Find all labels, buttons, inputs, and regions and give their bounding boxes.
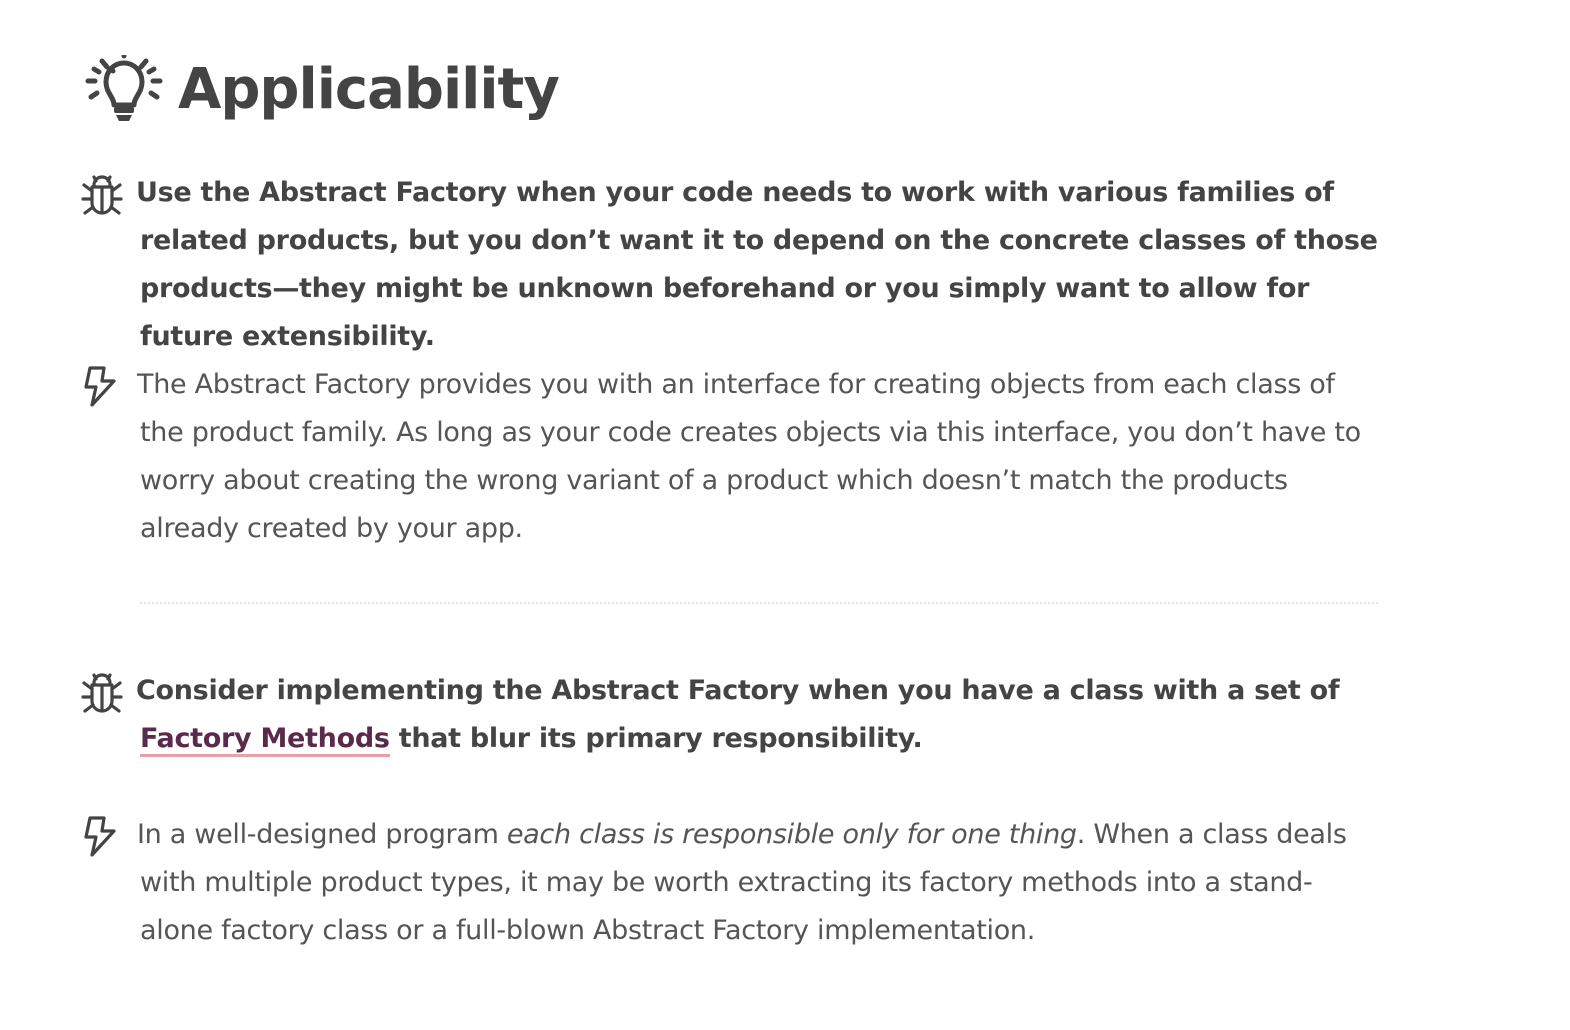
problem-block: Consider implementing the Abstract Facto… <box>81 667 1385 763</box>
factory-methods-link[interactable]: Factory Methods <box>140 723 390 757</box>
problem-text: Use the Abstract Factory when your code … <box>136 177 1378 352</box>
lightning-icon <box>84 366 116 407</box>
page-title: Applicability <box>178 57 560 122</box>
solution-text: The Abstract Factory provides you with a… <box>137 369 1361 544</box>
problem-text: Consider implementing the Abstract Facto… <box>136 667 1385 763</box>
lightbulb-icon <box>85 55 163 121</box>
solution-block: The Abstract Factory provides you with a… <box>84 361 1385 553</box>
section-heading: Applicability <box>84 50 560 130</box>
solution-text-before: In a well-designed program <box>137 819 507 850</box>
problem-block: Use the Abstract Factory when your code … <box>81 169 1385 361</box>
applicability-section: Applicability Use the Abstract Factory w… <box>0 0 1570 1030</box>
divider <box>140 602 1378 604</box>
lightning-icon <box>84 816 116 857</box>
solution-text: In a well-designed program each class is… <box>137 811 1385 955</box>
solution-emphasis: each class is responsible only for one t… <box>506 819 1077 850</box>
problem-text-before: Consider implementing the Abstract Facto… <box>136 675 1340 706</box>
bug-icon <box>81 673 123 713</box>
bug-icon <box>81 175 123 215</box>
problem-text-after: that blur its primary responsibility. <box>389 723 923 754</box>
solution-block: In a well-designed program each class is… <box>84 811 1385 955</box>
